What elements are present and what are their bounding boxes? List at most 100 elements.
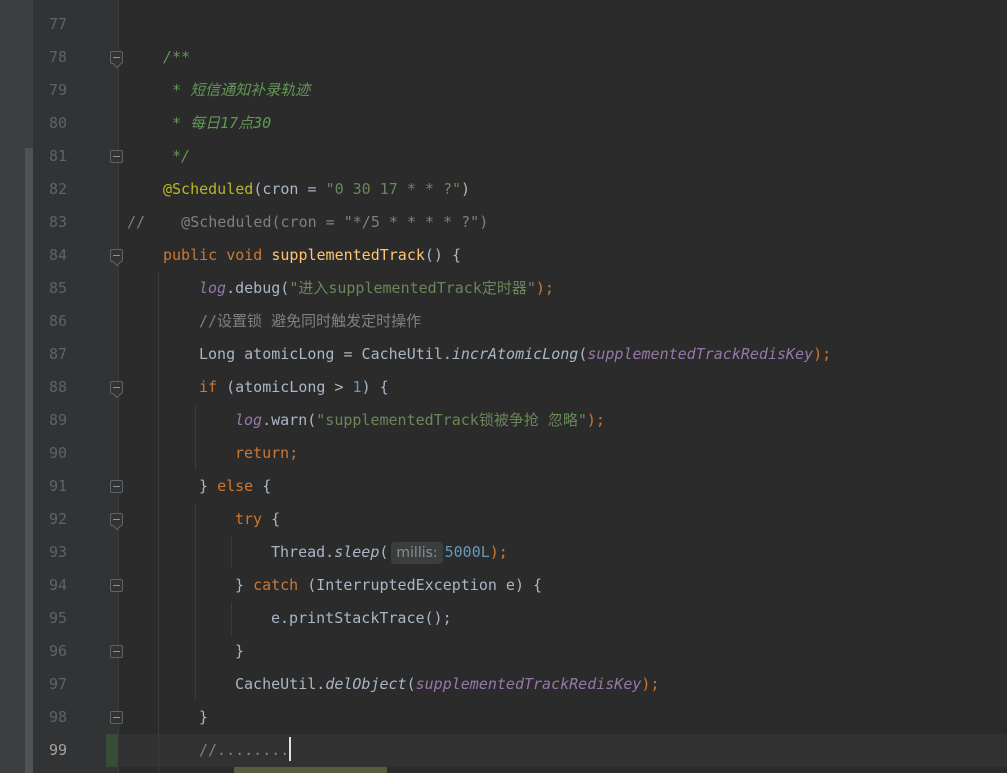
code-text: ); [586, 411, 605, 429]
vcs-change-marker[interactable] [106, 734, 118, 767]
code-line[interactable]: */ [163, 140, 190, 173]
code-line[interactable]: public void supplementedTrack() { [163, 239, 461, 272]
code-line[interactable]: @Scheduled(cron = "0 30 17 * * ?") [163, 173, 470, 206]
code-line[interactable]: Long atomicLong = CacheUtil.incrAtomicLo… [199, 338, 831, 371]
fold-end-icon[interactable] [110, 150, 123, 163]
search-match-highlight [234, 767, 387, 773]
fold-end-icon[interactable] [110, 480, 123, 493]
code-line[interactable]: try { [235, 503, 280, 536]
doc-comment: * 每日17点30 [163, 114, 272, 132]
static-method: delObject [325, 675, 407, 693]
field-ref: supplementedTrackRedisKey [587, 345, 814, 363]
code-line[interactable]: // @Scheduled(cron = "*/5 * * * * ?") [127, 206, 488, 239]
line-number: 95 [48, 609, 67, 627]
code-line-current[interactable]: //........ [199, 734, 292, 767]
method-name: supplementedTrack [271, 246, 425, 264]
code-line[interactable]: log.debug("进入supplementedTrack定时器"); [199, 272, 554, 305]
indent-guide [195, 404, 196, 470]
code-text: } [235, 576, 254, 594]
line-number: 86 [48, 312, 67, 330]
field-ref: supplementedTrackRedisKey [415, 675, 642, 693]
fold-collapse-icon[interactable] [110, 381, 123, 394]
code-text: ) [461, 180, 471, 198]
code-text: { [271, 510, 281, 528]
code-text: CacheUtil. [235, 675, 326, 693]
scroll-marker [25, 148, 33, 773]
code-line[interactable]: return; [235, 437, 298, 470]
indent-guide [158, 272, 159, 773]
code-text: } [199, 477, 218, 495]
line-number: 80 [48, 114, 67, 132]
keyword: if [199, 378, 227, 396]
code-line[interactable]: /** [163, 41, 190, 74]
fold-end-icon[interactable] [110, 579, 123, 592]
code-line[interactable]: //设置锁 避免同时触发定时操作 [199, 305, 421, 338]
keyword: public void [163, 246, 272, 264]
string-literal: "进入supplementedTrack定时器" [289, 279, 536, 297]
code-text: ( [578, 345, 588, 363]
fold-collapse-icon[interactable] [110, 249, 123, 262]
line-comment: //........ [199, 741, 290, 759]
string-literal: "0 30 17 * * ?" [325, 180, 462, 198]
fold-end-icon[interactable] [110, 711, 123, 724]
line-number: 94 [48, 576, 67, 594]
code-text: ( [406, 675, 416, 693]
code-line[interactable]: } else { [199, 470, 271, 503]
keyword: else [217, 477, 263, 495]
code-line[interactable]: * 每日17点30 [163, 107, 271, 140]
number-literal: 5000L [444, 543, 490, 561]
code-line[interactable]: } catch (InterruptedException e) { [235, 569, 542, 602]
line-number: 89 [48, 411, 67, 429]
line-number: 93 [48, 543, 67, 561]
code-text: .debug( [226, 279, 290, 297]
code-text: Long atomicLong = CacheUtil. [199, 345, 452, 363]
line-comment: //设置锁 避免同时触发定时操作 [199, 312, 422, 330]
code-text: ); [489, 543, 508, 561]
keyword: return [235, 444, 290, 462]
code-text: ; [289, 444, 299, 462]
field-ref: log [199, 279, 227, 297]
code-line[interactable]: e.printStackTrace(); [271, 602, 452, 635]
line-number: 84 [48, 246, 67, 264]
line-number: 98 [48, 708, 67, 726]
code-text: (cron = [253, 180, 326, 198]
line-comment: // @Scheduled(cron = "*/5 * * * * ?") [127, 213, 489, 231]
line-number: 77 [48, 15, 67, 33]
line-number: 78 [48, 48, 67, 66]
line-number: 82 [48, 180, 67, 198]
doc-comment: * 短信通知补录轨迹 [163, 81, 311, 99]
number-literal: 1 [352, 378, 362, 396]
code-text: ); [641, 675, 660, 693]
code-line[interactable]: log.warn("supplementedTrack锁被争抢 忽略"); [235, 404, 605, 437]
line-number: 88 [48, 378, 67, 396]
field-ref: log [235, 411, 263, 429]
fold-end-icon[interactable] [110, 645, 123, 658]
line-number: 97 [48, 675, 67, 693]
fold-collapse-icon[interactable] [110, 513, 123, 526]
string-literal: "supplementedTrack锁被争抢 忽略" [316, 411, 587, 429]
code-text: () { [424, 246, 462, 264]
line-number: 79 [48, 81, 67, 99]
code-text: } [199, 708, 209, 726]
line-number: 83 [48, 213, 67, 231]
indent-guide [231, 536, 232, 569]
keyword: try [235, 510, 272, 528]
line-number: 87 [48, 345, 67, 363]
indent-guide [231, 602, 232, 635]
doc-comment: /** [163, 48, 191, 66]
line-number-current: 99 [48, 741, 67, 759]
fold-collapse-icon[interactable] [110, 51, 123, 64]
code-text: e.printStackTrace(); [271, 609, 452, 627]
indent-guide [195, 503, 196, 701]
static-method: sleep [334, 543, 380, 561]
code-line[interactable]: Thread.sleep(millis: 5000L); [271, 536, 508, 569]
code-line[interactable]: * 短信通知补录轨迹 [163, 74, 310, 107]
code-text: ( [379, 543, 389, 561]
code-text: ); [813, 345, 832, 363]
code-line[interactable]: if (atomicLong > 1) { [199, 371, 389, 404]
code-line[interactable]: CacheUtil.delObject(supplementedTrackRed… [235, 668, 659, 701]
code-line[interactable]: } [235, 635, 244, 668]
code-text: ) { [361, 378, 389, 396]
code-line[interactable]: } [199, 701, 208, 734]
line-number: 90 [48, 444, 67, 462]
